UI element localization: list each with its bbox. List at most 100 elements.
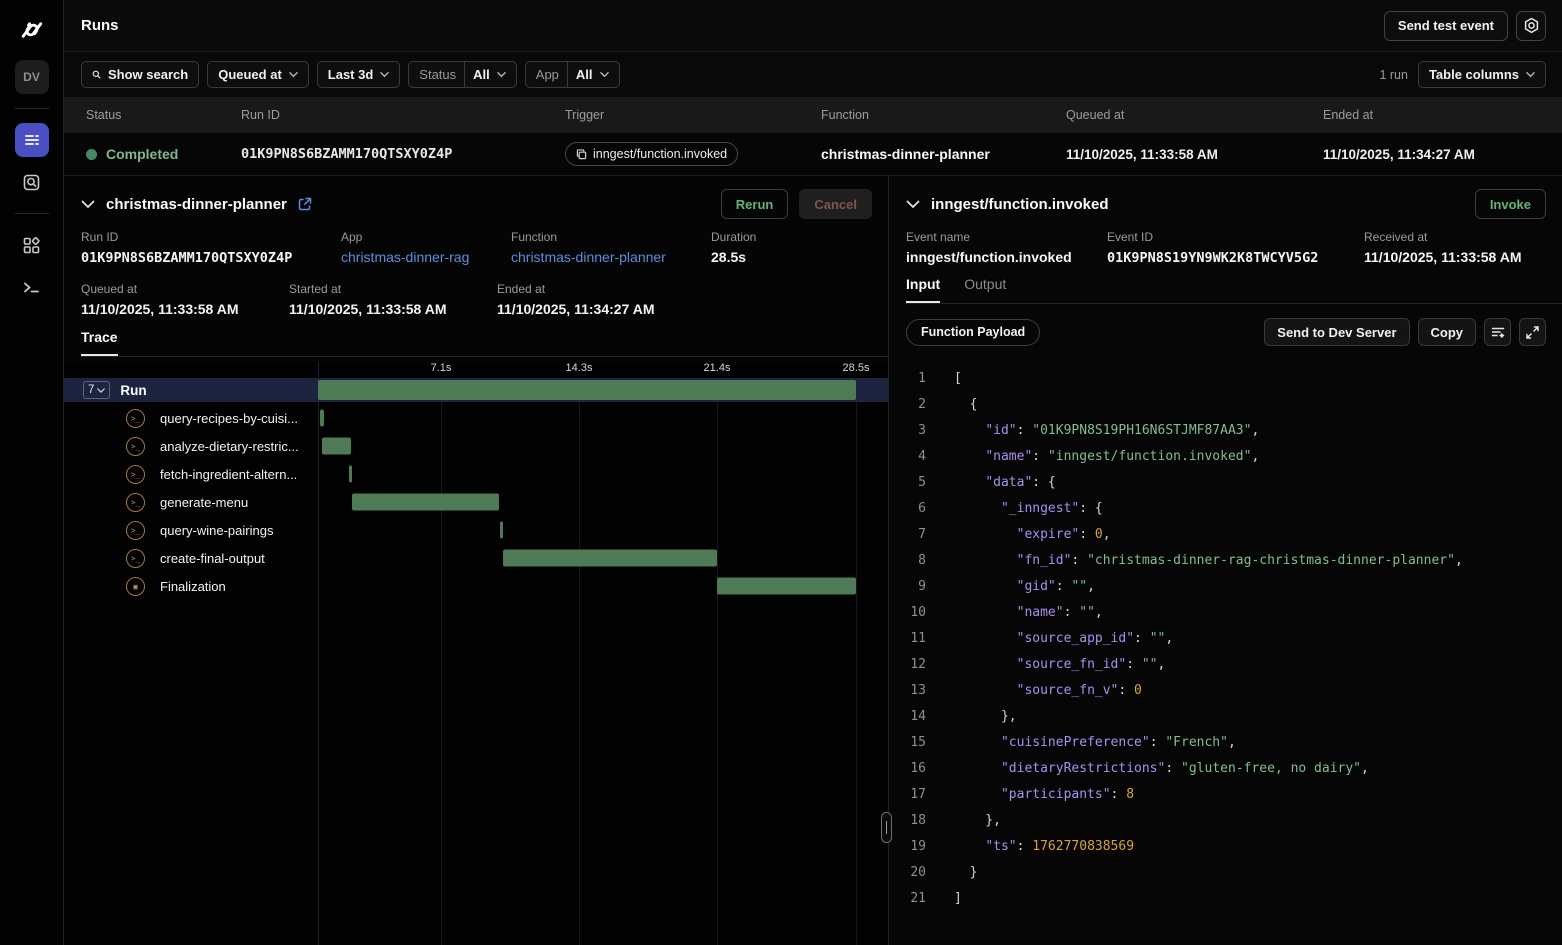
- line-number: 2: [889, 392, 926, 418]
- code-line: 6 "_inngest": {: [889, 496, 1562, 522]
- environment-badge[interactable]: DV: [15, 60, 49, 94]
- code-line: 15 "cuisinePreference": "French",: [889, 730, 1562, 756]
- field-value: 11/10/2025, 11:33:58 AM: [81, 301, 239, 317]
- column-header-status: Status: [86, 108, 241, 122]
- code-line: 7 "expire": 0,: [889, 522, 1562, 548]
- status-filter[interactable]: Status All: [408, 61, 516, 88]
- trace-span-bar[interactable]: [352, 494, 499, 511]
- trace-row[interactable]: >_query-recipes-by-cuisi...: [64, 404, 888, 432]
- trace-row[interactable]: >_ analyze-dietary-restric...: [64, 432, 888, 460]
- table-row[interactable]: Completed 01K9PN8S6BZAMM170QTSXY0Z4P inn…: [64, 133, 1562, 176]
- filter-bar: Show search Queued at Last 3d Status All…: [64, 52, 1562, 97]
- table-columns-button[interactable]: Table columns: [1418, 61, 1546, 88]
- external-link-icon[interactable]: [298, 197, 312, 211]
- time-range-filter[interactable]: Last 3d: [317, 61, 401, 88]
- line-number: 8: [889, 548, 926, 574]
- trigger-badge[interactable]: inngest/function.invoked: [565, 142, 738, 166]
- axis-tick: 21.4s: [704, 362, 731, 374]
- sidebar-divider: [15, 108, 49, 109]
- field-event-name: Event name inngest/function.invoked: [906, 230, 1072, 267]
- status-cell: Completed: [86, 146, 241, 162]
- field-app: App christmas-dinner-rag: [341, 230, 469, 267]
- code-line: 11 "source_app_id": "",: [889, 626, 1562, 652]
- cancel-button[interactable]: Cancel: [799, 189, 872, 219]
- expand-button[interactable]: [1519, 318, 1546, 346]
- copy-button[interactable]: Copy: [1418, 318, 1477, 346]
- payload-toolbar: Function Payload Send to Dev Server Copy: [906, 318, 1546, 346]
- trace-row[interactable]: ▣Finalization: [64, 572, 888, 600]
- trace-row[interactable]: >_query-wine-pairings: [64, 516, 888, 544]
- field-label: Function: [511, 230, 666, 244]
- trace-span-bar[interactable]: [500, 522, 503, 539]
- send-test-event-button[interactable]: Send test event: [1384, 11, 1508, 41]
- invoke-button[interactable]: Invoke: [1475, 189, 1546, 219]
- line-number: 9: [889, 574, 926, 600]
- sidebar-item-runs[interactable]: [15, 123, 49, 157]
- panel-resize-handle[interactable]: [881, 812, 892, 843]
- trace-span-bar[interactable]: [320, 410, 324, 427]
- sidebar-item-dev-server[interactable]: [15, 270, 49, 304]
- child-count-badge[interactable]: 7: [83, 381, 110, 399]
- tab-input[interactable]: Input: [906, 276, 940, 303]
- copy-icon: [576, 149, 587, 160]
- status-filter-value: All: [473, 67, 490, 82]
- trace-span-bar[interactable]: [717, 578, 856, 595]
- trace-step-name: analyze-dietary-restric...: [160, 439, 299, 454]
- trace-row[interactable]: >_fetch-ingredient-altern...: [64, 460, 888, 488]
- field-label: Started at: [289, 282, 447, 296]
- code-line: 10 "name": "",: [889, 600, 1562, 626]
- rerun-button[interactable]: Rerun: [721, 189, 789, 219]
- code-line: 2 {: [889, 392, 1562, 418]
- trace-rows: >_query-recipes-by-cuisi... >_ analyze-die…: [64, 404, 888, 600]
- trace-span-bar[interactable]: [503, 550, 717, 567]
- app-filter-label: App: [536, 67, 559, 82]
- collapse-chevron-icon[interactable]: [81, 200, 95, 209]
- field-ended-at: Ended at 11/10/2025, 11:34:27 AM: [497, 282, 655, 319]
- step-run-icon: >_: [126, 549, 145, 568]
- run-id-cell: 01K9PN8S6BZAMM170QTSXY0Z4P: [241, 146, 565, 162]
- sidebar-item-apps[interactable]: [15, 228, 49, 262]
- collapse-chevron-icon[interactable]: [906, 200, 920, 209]
- show-search-button[interactable]: Show search: [81, 61, 199, 88]
- trace-step-name: query-wine-pairings: [160, 523, 273, 538]
- line-number: 16: [889, 756, 926, 782]
- line-number: 15: [889, 730, 926, 756]
- code-line: 8 "fn_id": "christmas-dinner-rag-christm…: [889, 548, 1562, 574]
- code-line: 4 "name": "inngest/function.invoked",: [889, 444, 1562, 470]
- step-run-icon: >_: [126, 437, 145, 456]
- trace-row[interactable]: >_generate-menu: [64, 488, 888, 516]
- line-number: 17: [889, 782, 926, 808]
- sidebar-item-inspect[interactable]: [15, 165, 49, 199]
- queued-at-filter[interactable]: Queued at: [207, 61, 309, 88]
- trace-root-bar[interactable]: [318, 380, 856, 400]
- runs-list-icon: [23, 131, 41, 149]
- app-filter[interactable]: App All: [525, 61, 620, 88]
- top-bar: Runs Send test event: [64, 0, 1562, 52]
- field-label: Run ID: [81, 230, 292, 244]
- trace-span-bar[interactable]: [349, 466, 352, 483]
- code-line: 5 "data": {: [889, 470, 1562, 496]
- field-run-id: Run ID 01K9PN8S6BZAMM170QTSXY0Z4P: [81, 230, 292, 267]
- chevron-down-icon: [380, 70, 389, 79]
- chevron-down-icon: [289, 70, 298, 79]
- payload-badge: Function Payload: [906, 319, 1040, 346]
- app-link[interactable]: christmas-dinner-rag: [341, 249, 469, 265]
- send-to-dev-server-button[interactable]: Send to Dev Server: [1264, 318, 1409, 346]
- line-number: 14: [889, 704, 926, 730]
- expand-icon: [1526, 326, 1539, 339]
- payload-json-editor[interactable]: 1[2 {3 "id": "01K9PN8S19PH16N6STJMF87AA3…: [889, 366, 1562, 945]
- trace-root-row[interactable]: 7 Run: [64, 378, 888, 402]
- finalization-icon: ▣: [126, 577, 145, 596]
- tab-output[interactable]: Output: [964, 276, 1006, 303]
- tab-trace[interactable]: Trace: [81, 329, 118, 356]
- trace-row[interactable]: >_create-final-output: [64, 544, 888, 572]
- trace-span-bar[interactable]: [322, 438, 351, 455]
- settings-button[interactable]: [1516, 11, 1546, 41]
- inngest-logo-icon[interactable]: [16, 14, 48, 46]
- field-label: Event name: [906, 230, 1072, 244]
- show-search-label: Show search: [108, 67, 188, 82]
- chevron-down-icon: [97, 388, 105, 393]
- word-wrap-button[interactable]: [1484, 318, 1511, 346]
- function-link[interactable]: christmas-dinner-planner: [511, 249, 666, 265]
- axis-tick: 7.1s: [431, 362, 452, 374]
